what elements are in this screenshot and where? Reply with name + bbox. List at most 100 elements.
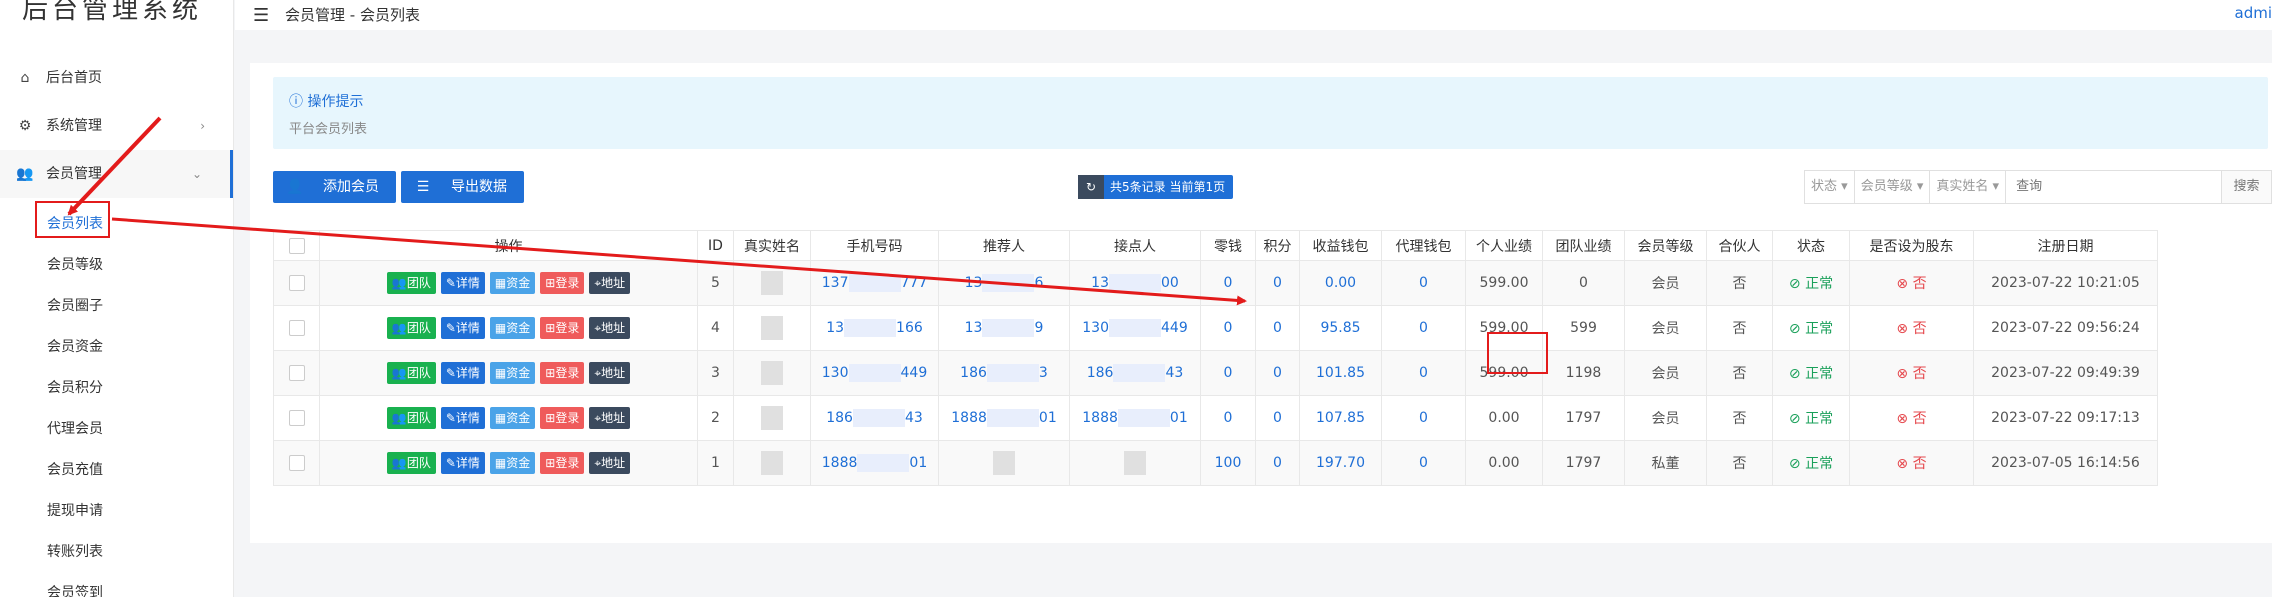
phone-cell[interactable]: 186 43 — [810, 395, 939, 441]
add-member-button[interactable]: 👤 添加会员 — [273, 171, 396, 203]
login-button[interactable]: ⊞登录 — [540, 407, 585, 429]
income-wallet-cell[interactable]: 101.85 — [1299, 350, 1382, 396]
row-checkbox-cell[interactable] — [273, 395, 320, 441]
select-all-checkbox[interactable] — [288, 237, 305, 254]
income-wallet-cell[interactable]: 107.85 — [1299, 395, 1382, 441]
row-checkbox[interactable] — [288, 365, 305, 381]
income-wallet-cell[interactable]: 197.70 — [1299, 440, 1382, 486]
team-button[interactable]: 👥团队 — [386, 317, 436, 339]
team-button[interactable]: 👥团队 — [386, 362, 436, 384]
change-cell[interactable]: 0 — [1200, 395, 1256, 441]
address-button[interactable]: ⌖地址 — [589, 317, 631, 339]
sidebar-item-system[interactable]: ⚙ 系统管理 › — [0, 102, 233, 150]
funds-button[interactable]: ▦资金 — [489, 452, 536, 474]
row-checkbox-cell[interactable] — [273, 440, 320, 486]
referrer-cell[interactable]: 1888 01 — [938, 395, 1070, 441]
agent-wallet-cell[interactable]: 0 — [1381, 350, 1466, 396]
user-menu[interactable]: admi — [2235, 4, 2272, 22]
address-button[interactable]: ⌖地址 — [589, 407, 631, 429]
sidebar-sub-checkin[interactable]: 会员签到 — [0, 573, 233, 597]
referrer-cell[interactable]: 186 3 — [938, 350, 1070, 396]
referrer-cell[interactable] — [938, 440, 1070, 486]
agent-wallet-cell[interactable]: 0 — [1381, 305, 1466, 351]
node-cell[interactable]: 130 449 — [1069, 305, 1201, 351]
sidebar-sub-member-funds[interactable]: 会员资金 — [0, 327, 233, 368]
login-button[interactable]: ⊞登录 — [540, 362, 585, 384]
node-cell[interactable]: 1888 01 — [1069, 395, 1201, 441]
sidebar-sub-member-recharge[interactable]: 会员充值 — [0, 450, 233, 491]
sidebar-sub-member-circle[interactable]: 会员圈子 — [0, 286, 233, 327]
funds-button[interactable]: ▦资金 — [489, 317, 536, 339]
login-button[interactable]: ⊞登录 — [540, 452, 585, 474]
row-checkbox[interactable] — [288, 410, 305, 426]
menu-toggle-icon[interactable]: ☰ — [253, 5, 269, 26]
status-cell[interactable]: ⊘ 正常 — [1772, 305, 1850, 351]
row-checkbox-cell[interactable] — [273, 350, 320, 396]
phone-cell[interactable]: 1888 01 — [810, 440, 939, 486]
referrer-cell[interactable]: 13 6 — [938, 260, 1070, 306]
export-data-button[interactable]: ☰ 导出数据 — [401, 171, 524, 203]
node-cell[interactable] — [1069, 440, 1201, 486]
address-button[interactable]: ⌖地址 — [589, 272, 631, 294]
detail-button[interactable]: ✎详情 — [440, 407, 485, 429]
shareholder-cell[interactable]: ⊗ 否 — [1849, 395, 1974, 441]
points-cell[interactable]: 0 — [1255, 350, 1300, 396]
record-count-badge[interactable]: ↻ 共5条记录 当前第1页 — [1078, 175, 1234, 199]
node-cell[interactable]: 13 00 — [1069, 260, 1201, 306]
change-cell[interactable]: 0 — [1200, 350, 1256, 396]
agent-wallet-cell[interactable]: 0 — [1381, 440, 1466, 486]
agent-wallet-cell[interactable]: 0 — [1381, 395, 1466, 441]
shareholder-cell[interactable]: ⊗ 否 — [1849, 440, 1974, 486]
funds-button[interactable]: ▦资金 — [489, 407, 536, 429]
phone-cell[interactable]: 13 166 — [810, 305, 939, 351]
sidebar-item-home[interactable]: ⌂ 后台首页 — [0, 54, 233, 102]
sidebar-sub-agent-members[interactable]: 代理会员 — [0, 409, 233, 450]
address-button[interactable]: ⌖地址 — [589, 452, 631, 474]
row-checkbox[interactable] — [288, 320, 305, 336]
change-cell[interactable]: 0 — [1200, 260, 1256, 306]
shareholder-cell[interactable]: ⊗ 否 — [1849, 305, 1974, 351]
status-cell[interactable]: ⊘ 正常 — [1772, 350, 1850, 396]
status-select[interactable]: 状态 ▾ — [1805, 171, 1855, 203]
level-select[interactable]: 会员等级 ▾ — [1855, 171, 1931, 203]
points-cell[interactable]: 0 — [1255, 395, 1300, 441]
search-button[interactable]: 搜索 — [2221, 171, 2271, 203]
change-cell[interactable]: 0 — [1200, 305, 1256, 351]
detail-button[interactable]: ✎详情 — [440, 362, 485, 384]
row-checkbox-cell[interactable] — [273, 260, 320, 306]
sidebar-sub-withdraw[interactable]: 提现申请 — [0, 491, 233, 532]
funds-button[interactable]: ▦资金 — [489, 362, 536, 384]
income-wallet-cell[interactable]: 95.85 — [1299, 305, 1382, 351]
status-cell[interactable]: ⊘ 正常 — [1772, 260, 1850, 306]
search-input[interactable] — [2006, 171, 2221, 203]
login-button[interactable]: ⊞登录 — [540, 317, 585, 339]
shareholder-cell[interactable]: ⊗ 否 — [1849, 350, 1974, 396]
referrer-cell[interactable]: 13 9 — [938, 305, 1070, 351]
points-cell[interactable]: 0 — [1255, 440, 1300, 486]
sidebar-sub-member-level[interactable]: 会员等级 — [0, 245, 233, 286]
sidebar-sub-transfer[interactable]: 转账列表 — [0, 532, 233, 573]
team-button[interactable]: 👥团队 — [386, 452, 436, 474]
points-cell[interactable]: 0 — [1255, 260, 1300, 306]
agent-wallet-cell[interactable]: 0 — [1381, 260, 1466, 306]
team-button[interactable]: 👥团队 — [386, 407, 436, 429]
realname-select[interactable]: 真实姓名 ▾ — [1930, 171, 2007, 203]
status-cell[interactable]: ⊘ 正常 — [1772, 440, 1850, 486]
phone-cell[interactable]: 137 777 — [810, 260, 939, 306]
row-checkbox[interactable] — [288, 275, 305, 291]
row-checkbox[interactable] — [288, 455, 305, 471]
team-button[interactable]: 👥团队 — [386, 272, 436, 294]
change-cell[interactable]: 100 — [1200, 440, 1256, 486]
funds-button[interactable]: ▦资金 — [489, 272, 536, 294]
phone-cell[interactable]: 130 449 — [810, 350, 939, 396]
status-cell[interactable]: ⊘ 正常 — [1772, 395, 1850, 441]
row-checkbox-cell[interactable] — [273, 305, 320, 351]
login-button[interactable]: ⊞登录 — [540, 272, 585, 294]
select-all-checkbox-cell[interactable] — [273, 230, 320, 261]
shareholder-cell[interactable]: ⊗ 否 — [1849, 260, 1974, 306]
sidebar-item-members[interactable]: 👥 会员管理 ⌄ — [0, 150, 233, 198]
sidebar-sub-member-points[interactable]: 会员积分 — [0, 368, 233, 409]
points-cell[interactable]: 0 — [1255, 305, 1300, 351]
detail-button[interactable]: ✎详情 — [440, 317, 485, 339]
node-cell[interactable]: 186 43 — [1069, 350, 1201, 396]
